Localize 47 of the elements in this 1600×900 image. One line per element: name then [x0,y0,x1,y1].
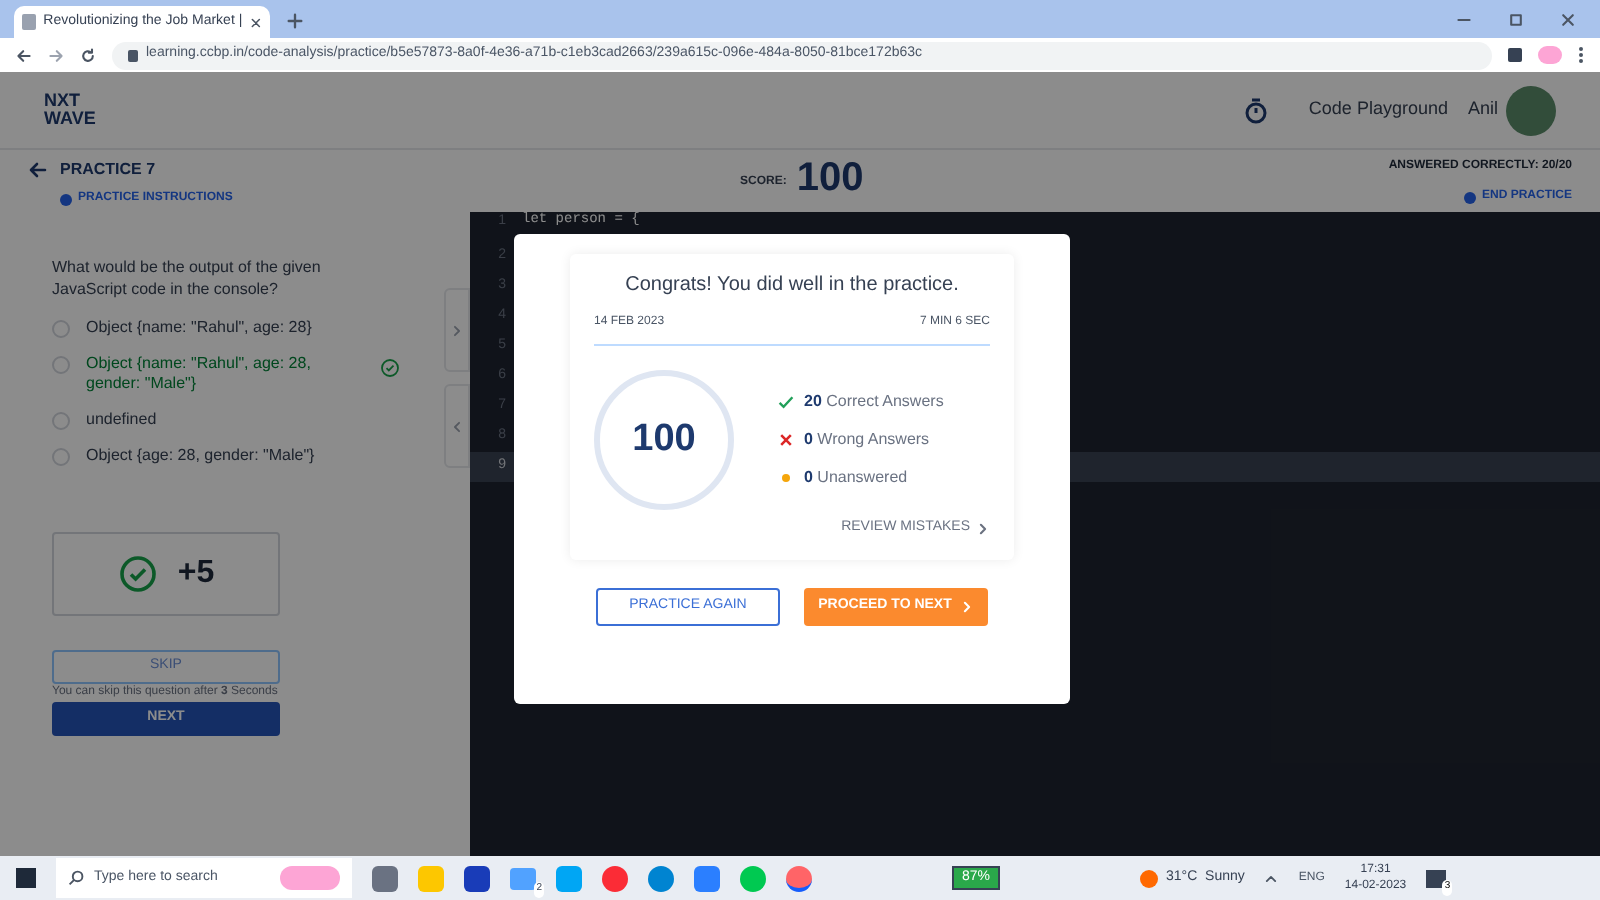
avatar[interactable] [1506,85,1556,135]
radio-button[interactable] [52,412,70,430]
forward-icon[interactable] [48,47,64,63]
final-score: 100 [632,415,696,464]
back-icon[interactable] [16,47,32,63]
site-favicon-icon [22,14,36,30]
check-circle-icon [117,554,158,594]
info-icon [1463,191,1476,203]
info-icon [60,193,72,205]
congrats-title: Congrats! You did well in the practice. [623,272,961,300]
stat-text: 20 Correct Answers [804,390,944,414]
practice-title: PRACTICE 7 [60,158,156,182]
new-tab-icon[interactable] [286,12,304,30]
radio-button[interactable] [52,448,70,466]
answer-option[interactable]: Object {name: "Rahul", age: 28} [86,318,356,338]
points-text: +5 [177,554,215,594]
logo-text: WAVE [44,110,96,128]
collapse-handle[interactable] [444,384,470,468]
question-text: What would be the output of the given JavaScript code in the console? [52,256,323,300]
correct-check-icon [380,358,400,378]
stat-text: 0 Wrong Answers [804,428,930,452]
stopwatch-icon[interactable] [1244,97,1269,123]
weather-icon [1140,869,1159,887]
chevron-right-icon [976,521,990,536]
chevron-right-icon [959,599,974,613]
chevron-up-icon[interactable] [1264,871,1279,885]
lock-icon [128,49,138,61]
radio-button[interactable] [52,356,70,374]
logo-text: NXT [44,92,82,110]
close-icon[interactable] [250,15,262,29]
answer-option[interactable]: Object {name: "Rahul", age: 28, gender: "Male"} [86,354,356,394]
answer-option[interactable]: undefined [86,410,356,430]
chevron-left-icon [450,419,464,433]
radio-button[interactable] [52,320,70,338]
search-icon [68,870,84,886]
maximize-icon[interactable] [1508,12,1524,28]
score-value: 100 [796,154,864,202]
stat-text: 0 Unanswered [804,466,908,490]
expand-handle[interactable] [444,288,470,372]
answer-option[interactable]: Object {age: 28, gender: "Male"} [86,446,356,466]
close-window-icon[interactable] [1560,12,1576,28]
menu-icon[interactable] [1578,46,1584,64]
reload-icon[interactable] [80,47,96,63]
code-playground-link[interactable]: Code Playground [1308,96,1448,124]
back-arrow-icon[interactable] [28,160,48,180]
user-name: Anil [1467,96,1498,123]
chevron-right-icon [450,323,464,337]
